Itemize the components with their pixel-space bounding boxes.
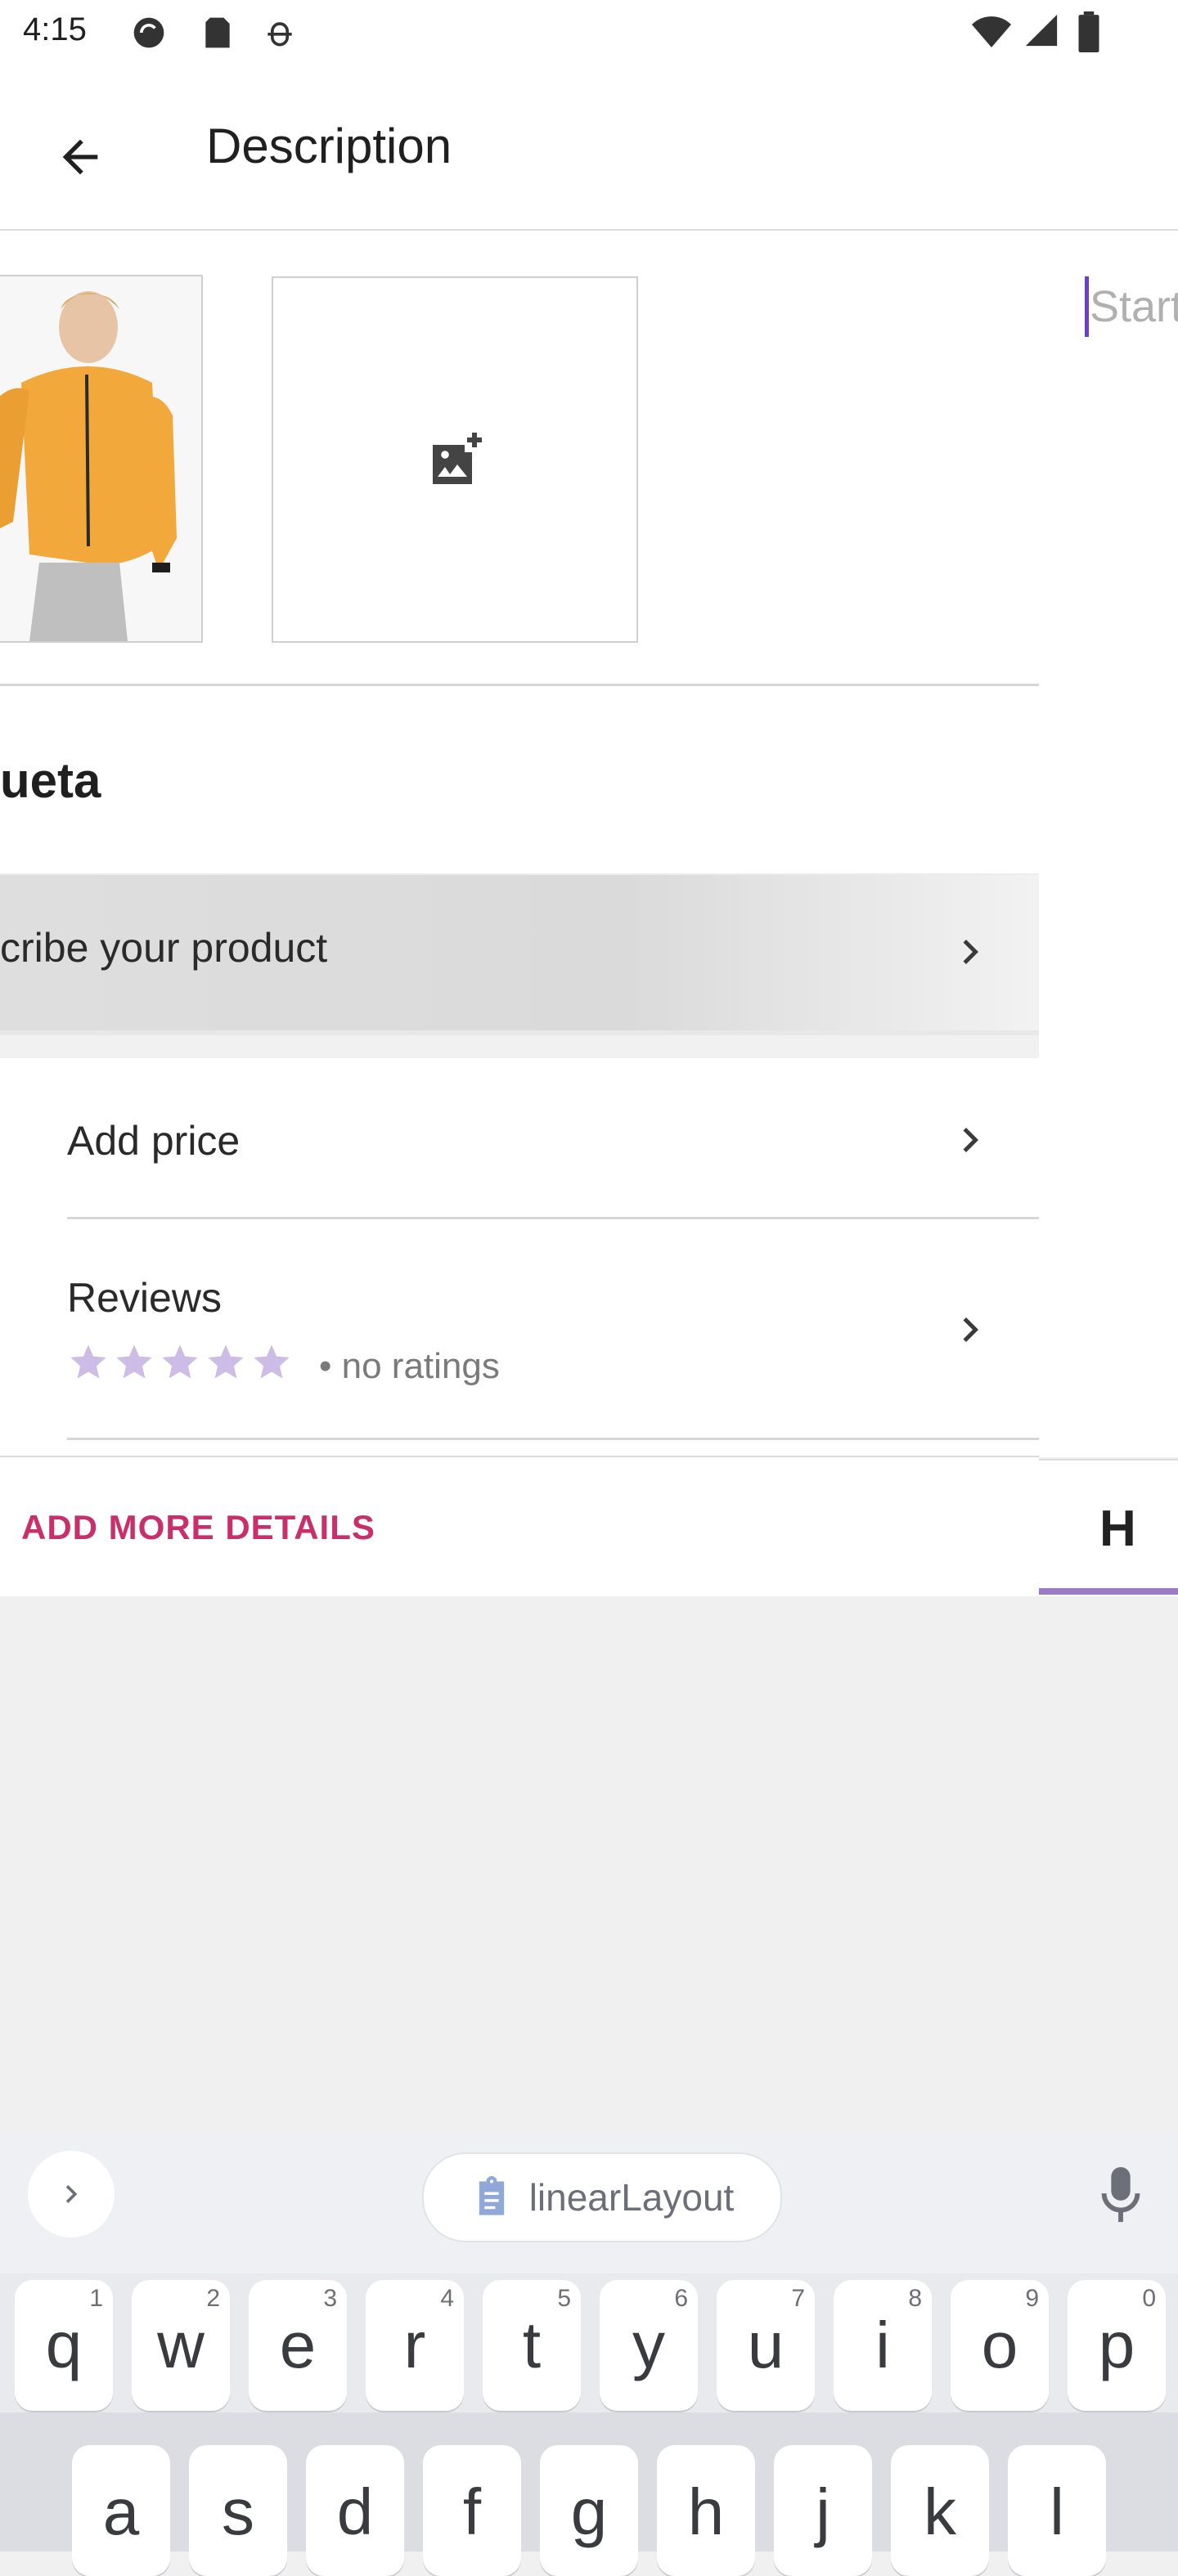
- clipboard-icon: [479, 2176, 504, 2215]
- key-label: t: [522, 2309, 542, 2381]
- section-gap: [0, 1035, 1039, 1058]
- key-l[interactable]: l: [1008, 2445, 1106, 2576]
- star-icon: [116, 1344, 152, 1379]
- key-q[interactable]: q1: [15, 2280, 113, 2411]
- key-i[interactable]: i8: [834, 2280, 932, 2411]
- key-label: e: [279, 2309, 317, 2381]
- add-more-details-button[interactable]: ADD MORE DETAILS: [21, 1508, 375, 1547]
- key-d[interactable]: d: [306, 2445, 404, 2576]
- key-label: d: [336, 2475, 374, 2548]
- rating-note: • no ratings: [319, 1346, 500, 1386]
- key-hint: 0: [1142, 2285, 1156, 2312]
- key-hint: 3: [323, 2285, 337, 2312]
- key-label: q: [45, 2309, 83, 2381]
- key-label: f: [462, 2475, 482, 2548]
- key-label: r: [403, 2309, 426, 2381]
- key-label: k: [924, 2475, 956, 2548]
- key-s[interactable]: s: [189, 2445, 287, 2576]
- key-hint: 4: [440, 2285, 454, 2312]
- key-label: u: [747, 2309, 785, 2381]
- arrow-left-icon: [62, 139, 98, 175]
- side-tab-indicator: [1039, 1588, 1178, 1595]
- star-icon: [208, 1344, 244, 1379]
- side-tab-label: H: [1099, 1501, 1136, 1557]
- chevron-right-icon: [963, 1128, 978, 1152]
- product-photo[interactable]: [0, 275, 203, 643]
- key-hint: 1: [89, 2285, 103, 2312]
- star-icon: [70, 1344, 106, 1379]
- key-label: l: [1050, 2475, 1064, 2548]
- key-label: o: [981, 2309, 1018, 2381]
- signal-icon: [1023, 11, 1060, 53]
- sync-icon: [131, 15, 167, 51]
- key-label: s: [222, 2475, 254, 2548]
- key-hint: 5: [557, 2285, 571, 2312]
- key-hint: 6: [674, 2285, 688, 2312]
- toolbar: Description: [0, 69, 1178, 231]
- key-label: j: [816, 2475, 830, 2548]
- key-hint: 9: [1025, 2285, 1039, 2312]
- keyboard-expand-button[interactable]: [28, 2151, 115, 2237]
- key-label: w: [157, 2309, 205, 2381]
- key-y[interactable]: y6: [600, 2280, 698, 2411]
- reviews-label: Reviews: [67, 1275, 222, 1321]
- add-price-label: Add price: [67, 1118, 241, 1164]
- editor-placeholder[interactable]: Start: [1090, 281, 1178, 332]
- star-icon: [254, 1344, 290, 1379]
- key-r[interactable]: r4: [366, 2280, 464, 2411]
- microphone-icon: [1101, 2167, 1140, 2223]
- key-label: i: [875, 2309, 890, 2381]
- key-hint: 2: [206, 2285, 220, 2312]
- divider: [67, 1217, 1039, 1219]
- side-panel: [1039, 231, 1178, 1457]
- key-k[interactable]: k: [891, 2445, 989, 2576]
- key-label: h: [687, 2475, 725, 2548]
- key-h[interactable]: h: [657, 2445, 755, 2576]
- sd-card-icon: [200, 15, 236, 51]
- add-photo-icon: [433, 433, 482, 484]
- star-icon: [162, 1344, 198, 1379]
- text-cursor: [1085, 276, 1089, 337]
- microphone-button[interactable]: [1088, 2159, 1153, 2233]
- key-label: g: [570, 2475, 608, 2548]
- key-w[interactable]: w2: [132, 2280, 230, 2411]
- product-name[interactable]: ueta: [0, 752, 101, 809]
- key-label: p: [1098, 2309, 1135, 2381]
- bug-icon: [262, 15, 298, 51]
- divider: [67, 1438, 1039, 1440]
- key-hint: 8: [908, 2285, 922, 2312]
- chevron-right-icon: [65, 2185, 78, 2203]
- clipboard-suggestion-chip[interactable]: linearLayout: [422, 2152, 782, 2242]
- wifi-icon: [970, 13, 1013, 53]
- chevron-right-icon: [963, 940, 978, 964]
- chevron-right-icon: [963, 1317, 978, 1342]
- add-price-row[interactable]: Add price: [0, 1058, 1039, 1218]
- describe-product-row[interactable]: cribe your product: [0, 873, 1039, 1037]
- key-label: y: [632, 2309, 665, 2381]
- suggestion-text: linearLayout: [528, 2176, 735, 2219]
- key-o[interactable]: o9: [951, 2280, 1049, 2411]
- page-title: Description: [206, 119, 452, 173]
- reviews-row[interactable]: Reviews: [0, 1220, 1039, 1439]
- battery-icon: [1078, 11, 1099, 56]
- status-time: 4:15: [23, 11, 87, 47]
- describe-product-label: cribe your product: [0, 925, 328, 971]
- key-p[interactable]: p0: [1068, 2280, 1166, 2411]
- key-hint: 7: [791, 2285, 805, 2312]
- rating-stars: [67, 1341, 293, 1384]
- key-u[interactable]: u7: [717, 2280, 815, 2411]
- key-j[interactable]: j: [774, 2445, 872, 2576]
- key-g[interactable]: g: [540, 2445, 638, 2576]
- key-f[interactable]: f: [423, 2445, 521, 2576]
- key-e[interactable]: e3: [249, 2280, 347, 2411]
- add-photo-button[interactable]: [272, 276, 638, 643]
- key-a[interactable]: a: [72, 2445, 170, 2576]
- key-t[interactable]: t5: [483, 2280, 581, 2411]
- divider: [0, 684, 1039, 686]
- back-button[interactable]: [33, 110, 128, 204]
- key-label: a: [102, 2475, 140, 2548]
